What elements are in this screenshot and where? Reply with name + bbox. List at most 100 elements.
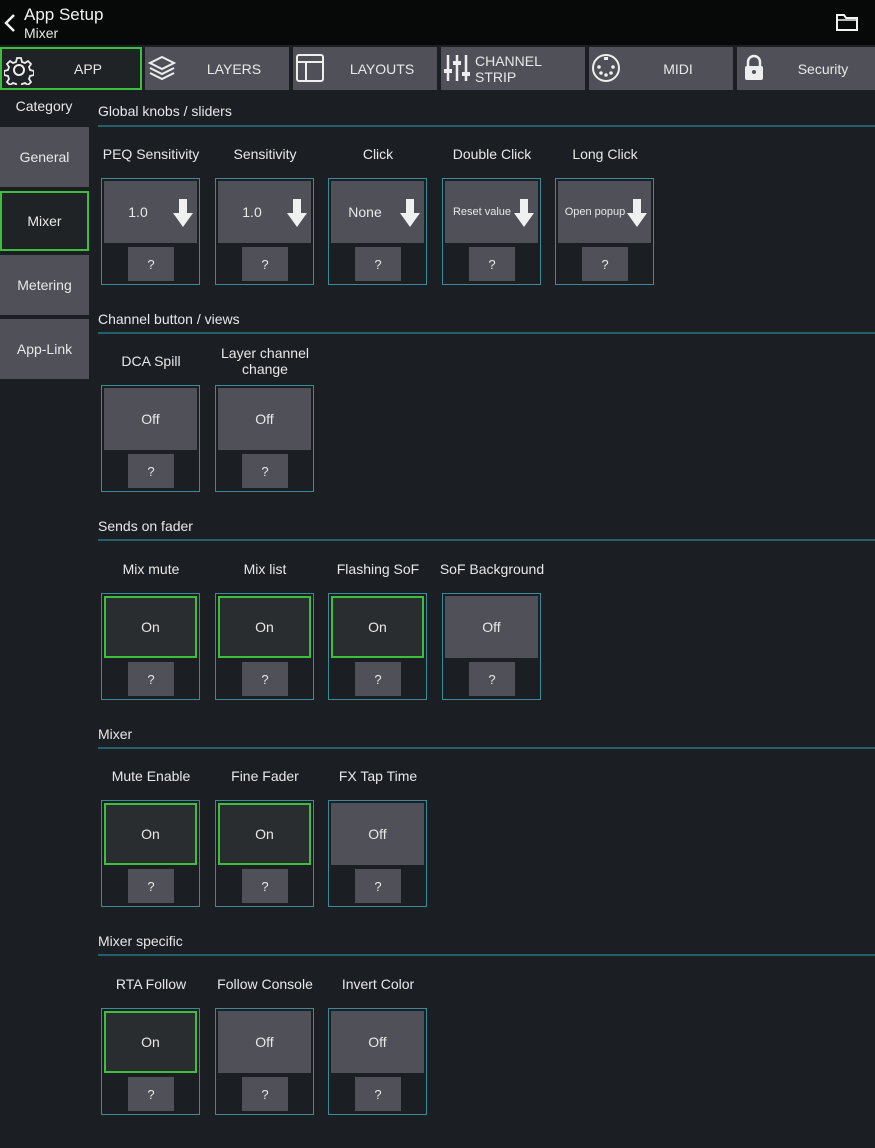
control-label: Invert Color: [341, 976, 415, 992]
mix-mute-control: On ?: [101, 593, 200, 700]
tab-app[interactable]: APP: [0, 47, 142, 90]
dropdown-value: None: [348, 204, 382, 220]
mix-list-toggle[interactable]: On: [218, 596, 311, 658]
tab-label: APP: [73, 60, 102, 77]
category-heading: Category: [15, 98, 73, 114]
layer-channel-change-control: Off ?: [215, 385, 314, 492]
sof-background-control: Off ?: [442, 593, 541, 700]
arrow-down-icon: [627, 199, 647, 227]
arrow-down-icon: [173, 199, 193, 227]
tab-layouts[interactable]: LAYOUTS: [293, 47, 437, 90]
tab-label: LAYOUTS: [349, 60, 415, 77]
help-button[interactable]: ?: [128, 454, 174, 488]
dropdown-value: Reset value: [452, 206, 512, 218]
control-label: Long Click: [572, 146, 638, 162]
peq-sensitivity-dropdown[interactable]: 1.0: [104, 181, 197, 243]
sensitivity-control: 1.0 ?: [215, 178, 314, 285]
section-title: Mixer: [98, 726, 133, 742]
dca-spill-toggle[interactable]: Off: [104, 388, 197, 450]
page-subtitle: Mixer: [24, 25, 59, 41]
click-control: None ?: [328, 178, 427, 285]
layout-icon: [296, 54, 324, 82]
control-label: PEQ Sensitivity: [102, 146, 200, 162]
tab-layers[interactable]: LAYERS: [145, 47, 289, 90]
app-header: App Setup Mixer: [0, 0, 875, 45]
control-label: Fine Fader: [231, 768, 299, 784]
help-button[interactable]: ?: [128, 247, 174, 281]
click-dropdown[interactable]: None: [331, 181, 424, 243]
invert-color-toggle[interactable]: Off: [331, 1011, 424, 1073]
help-button[interactable]: ?: [355, 662, 401, 696]
help-button[interactable]: ?: [128, 869, 174, 903]
fx-tap-time-control: Off ?: [328, 800, 427, 907]
fine-fader-control: On ?: [215, 800, 314, 907]
layer-channel-change-toggle[interactable]: Off: [218, 388, 311, 450]
top-tab-bar: APP LAYERS LAYOUTS CHANNEL STRIP MIDI Se…: [0, 46, 875, 91]
fine-fader-toggle[interactable]: On: [218, 803, 311, 865]
follow-console-control: Off ?: [215, 1008, 314, 1115]
tab-label: Security: [797, 60, 849, 77]
control-label: RTA Follow: [115, 976, 187, 992]
help-button[interactable]: ?: [242, 869, 288, 903]
layers-icon: [147, 55, 177, 81]
tab-midi[interactable]: MIDI: [589, 47, 733, 90]
invert-color-control: Off ?: [328, 1008, 427, 1115]
folder-icon[interactable]: [835, 12, 859, 32]
help-button[interactable]: ?: [242, 662, 288, 696]
lock-icon: [745, 54, 763, 80]
help-button[interactable]: ?: [242, 454, 288, 488]
help-button[interactable]: ?: [355, 1077, 401, 1111]
sof-background-toggle[interactable]: Off: [445, 596, 538, 658]
help-button[interactable]: ?: [242, 247, 288, 281]
sidebar-item-mixer[interactable]: Mixer: [0, 191, 89, 251]
help-button[interactable]: ?: [355, 247, 401, 281]
help-button[interactable]: ?: [355, 869, 401, 903]
peq-sensitivity-control: 1.0 ?: [101, 178, 200, 285]
mute-enable-toggle[interactable]: On: [104, 803, 197, 865]
section-divider: [98, 539, 875, 541]
help-button[interactable]: ?: [242, 1077, 288, 1111]
control-label: Mix list: [243, 561, 287, 577]
control-label: DCA Spill: [121, 353, 181, 369]
sidebar-item-app-link[interactable]: App-Link: [0, 319, 89, 379]
help-button[interactable]: ?: [582, 247, 628, 281]
section-divider: [98, 125, 875, 127]
double-click-dropdown[interactable]: Reset value: [445, 181, 538, 243]
sidebar-item-metering[interactable]: Metering: [0, 255, 89, 315]
help-button[interactable]: ?: [469, 662, 515, 696]
tab-label: CHANNEL STRIP: [475, 52, 542, 85]
help-button[interactable]: ?: [469, 247, 515, 281]
long-click-dropdown[interactable]: Open popup: [558, 181, 651, 243]
sensitivity-dropdown[interactable]: 1.0: [218, 181, 311, 243]
tab-label: MIDI: [663, 60, 693, 77]
back-arrow-icon[interactable]: [2, 12, 18, 34]
follow-console-toggle[interactable]: Off: [218, 1011, 311, 1073]
tab-security[interactable]: Security: [737, 47, 875, 90]
control-label: Flashing SoF: [336, 561, 420, 577]
sidebar-item-general[interactable]: General: [0, 127, 89, 187]
tab-channel-strip[interactable]: CHANNEL STRIP: [441, 47, 585, 90]
section-divider: [98, 747, 875, 749]
section-title: Sends on fader: [98, 518, 193, 534]
sliders-icon: [444, 55, 470, 81]
rta-follow-control: On ?: [101, 1008, 200, 1115]
mix-mute-toggle[interactable]: On: [104, 596, 197, 658]
page-title: App Setup: [24, 5, 104, 24]
long-click-control: Open popup ?: [555, 178, 654, 285]
section-divider: [98, 954, 875, 956]
section-title: Mixer specific: [98, 933, 183, 949]
help-button[interactable]: ?: [128, 1077, 174, 1111]
dropdown-value: 1.0: [242, 204, 262, 220]
control-label: Double Click: [452, 146, 532, 162]
control-label: Click: [362, 146, 394, 162]
control-label: Mix mute: [122, 561, 180, 577]
mix-list-control: On ?: [215, 593, 314, 700]
arrow-down-icon: [400, 199, 420, 227]
rta-follow-toggle[interactable]: On: [104, 1011, 197, 1073]
dropdown-value: Open popup: [564, 206, 626, 218]
tab-label: LAYERS: [206, 60, 262, 77]
control-label: Layer channel change: [221, 345, 309, 377]
flashing-sof-toggle[interactable]: On: [331, 596, 424, 658]
help-button[interactable]: ?: [128, 662, 174, 696]
fx-tap-time-toggle[interactable]: Off: [331, 803, 424, 865]
